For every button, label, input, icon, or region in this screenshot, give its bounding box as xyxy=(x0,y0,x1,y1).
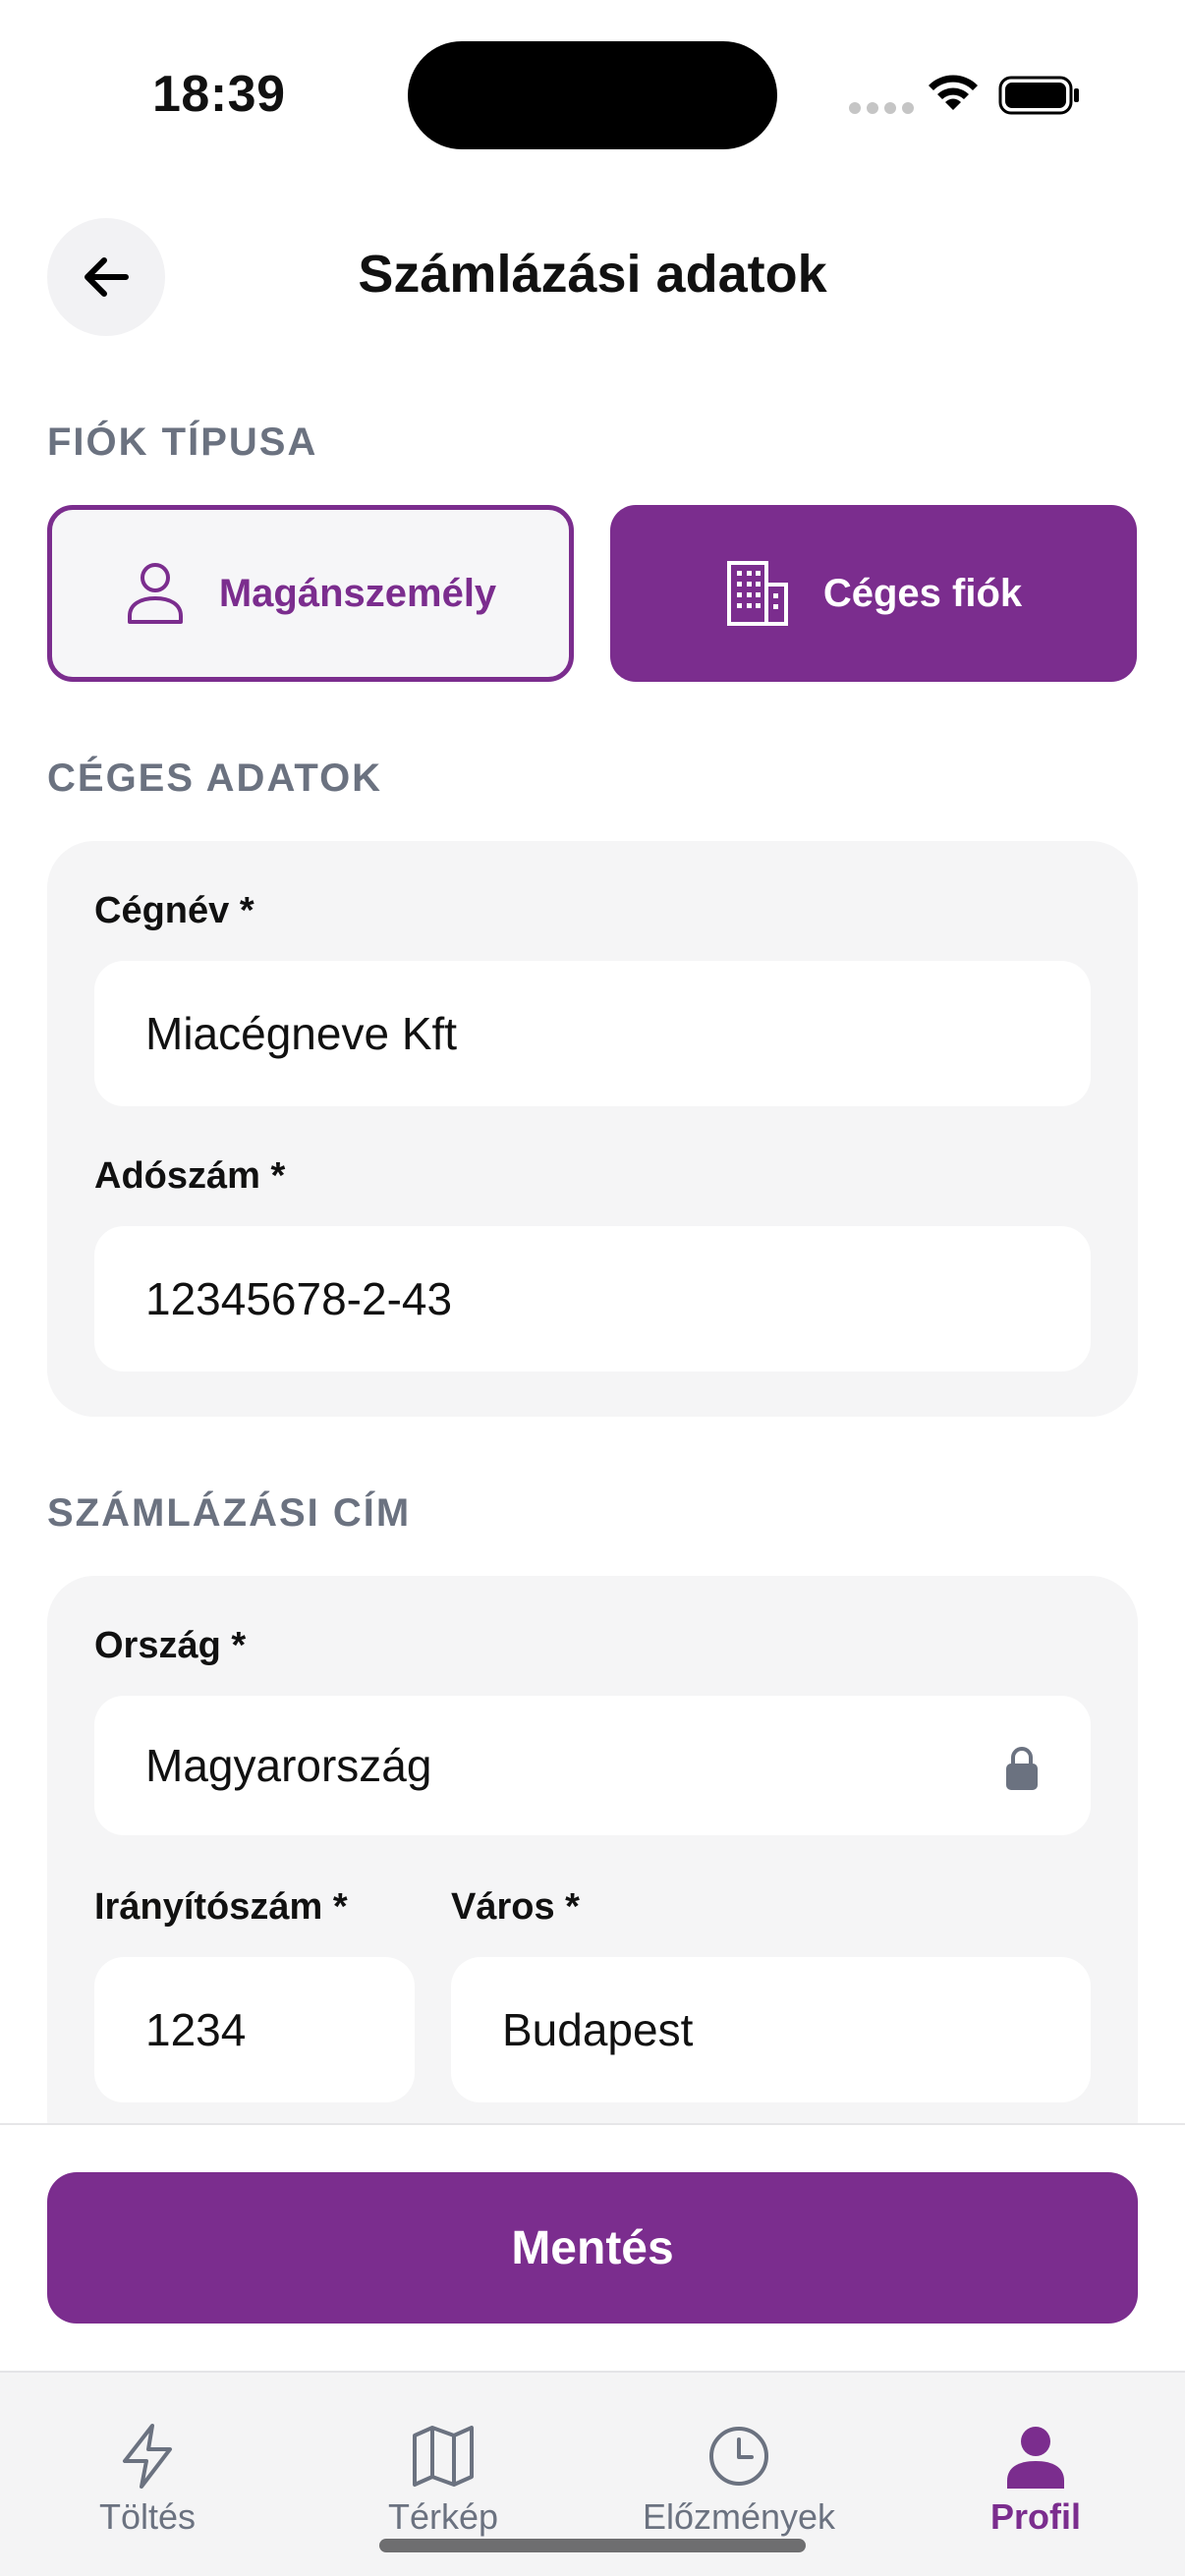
company-card: Cégnév * Miacégneve Kft Adószám * 123456… xyxy=(47,841,1138,1417)
tax-number-label: Adószám * xyxy=(94,1155,286,1197)
country-input: Magyarország xyxy=(94,1696,1091,1835)
tab-history-label: Előzmények xyxy=(642,2496,836,2537)
tab-map-label: Térkép xyxy=(387,2496,499,2537)
dynamic-island xyxy=(408,41,777,149)
tab-map[interactable]: Térkép xyxy=(296,2422,591,2538)
save-button[interactable]: Mentés xyxy=(47,2172,1138,2324)
person-icon xyxy=(127,563,183,624)
tab-profile-label: Profil xyxy=(989,2496,1081,2537)
section-label-billing-address: SZÁMLÁZÁSI CÍM xyxy=(47,1491,412,1535)
battery-icon xyxy=(998,76,1079,115)
account-type-private-button[interactable]: Magánszemély xyxy=(47,505,574,682)
clock-icon xyxy=(709,2427,768,2486)
lock-icon xyxy=(1006,1747,1038,1790)
building-icon xyxy=(726,561,788,626)
account-type-company-label: Céges fiók xyxy=(822,571,1023,615)
person-filled-icon xyxy=(1007,2427,1064,2489)
billing-address-card: Ország * Magyarország Irányítószám * 123… xyxy=(47,1576,1138,2165)
section-label-account-type: FIÓK TÍPUSA xyxy=(47,420,318,464)
cellular-signal-icon xyxy=(849,102,914,114)
tax-number-input[interactable]: 12345678-2-43 xyxy=(94,1226,1091,1372)
country-value: Magyarország xyxy=(145,1740,432,1791)
status-bar: 18:39 xyxy=(0,0,1185,187)
home-indicator xyxy=(379,2539,806,2552)
tab-charging-label: Töltés xyxy=(98,2496,197,2537)
zip-input[interactable]: 1234 xyxy=(94,1957,415,2102)
company-name-label: Cégnév * xyxy=(94,890,254,931)
tab-charging[interactable]: Töltés xyxy=(0,2422,295,2538)
tab-history[interactable]: Előzmények xyxy=(592,2422,886,2538)
status-time: 18:39 xyxy=(152,66,286,123)
company-name-input[interactable]: Miacégneve Kft xyxy=(94,961,1091,1106)
account-type-company-button[interactable]: Céges fiók xyxy=(610,505,1137,682)
account-type-private-label: Magánszemély xyxy=(218,571,497,615)
map-icon xyxy=(413,2426,474,2487)
country-label: Ország * xyxy=(94,1625,247,1666)
wifi-icon xyxy=(929,75,978,110)
city-input[interactable]: Budapest xyxy=(451,1957,1091,2102)
section-label-company: CÉGES ADATOK xyxy=(47,756,383,800)
tab-profile[interactable]: Profil xyxy=(888,2422,1183,2538)
city-label: Város * xyxy=(451,1886,580,1928)
zip-label: Irányítószám * xyxy=(94,1886,348,1928)
page-title: Számlázási adatok xyxy=(358,245,827,304)
bolt-icon xyxy=(123,2424,172,2489)
